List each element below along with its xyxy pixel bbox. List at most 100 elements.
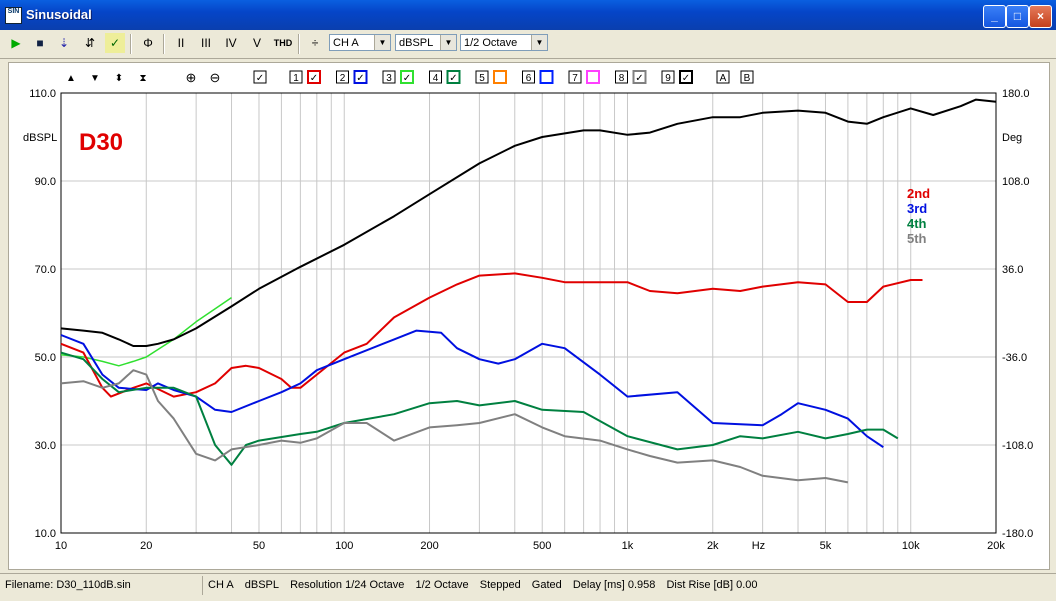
- y-tick-label: 110.0: [29, 88, 56, 100]
- scroll-arrow-icon: ⧗: [139, 73, 146, 84]
- check-icon: ✓: [310, 73, 318, 84]
- curve-number-label: 1: [293, 73, 299, 84]
- x-tick-label: 10: [55, 540, 67, 552]
- check-icon: ✓: [356, 73, 364, 84]
- harmonic-2-button[interactable]: II: [171, 33, 191, 53]
- save-icon[interactable]: ■: [30, 33, 50, 53]
- y-tick-label: 70.0: [35, 264, 56, 276]
- x-tick-label: 50: [253, 540, 265, 552]
- swap-icon[interactable]: ⇵: [80, 33, 100, 53]
- cursor-label: A: [720, 73, 727, 84]
- phase-icon[interactable]: Φ: [138, 33, 158, 53]
- separator: [130, 34, 132, 54]
- curve-number-label: 6: [526, 73, 532, 84]
- status-unit: dBSPL: [244, 579, 279, 591]
- y2-tick-label: -180.0: [1002, 528, 1033, 540]
- x-axis-label: Hz: [752, 540, 765, 552]
- scroll-arrow-icon: ▼: [90, 73, 100, 84]
- harmonic-5-button[interactable]: V: [247, 33, 267, 53]
- unit-select-value: dBSPL: [399, 37, 434, 49]
- y-tick-label: 10.0: [35, 528, 56, 540]
- close-button[interactable]: ×: [1029, 5, 1052, 28]
- y-tick-label: 90.0: [35, 176, 56, 188]
- curve-checkbox: [539, 70, 554, 84]
- curve-number-label: 3: [386, 73, 392, 84]
- curve-checkbox: [493, 70, 507, 84]
- y-tick-label: 30.0: [35, 440, 56, 452]
- curve-number-label: 2: [340, 73, 346, 84]
- chevron-down-icon: ▼: [440, 35, 456, 50]
- curve-number-label: 9: [665, 73, 671, 84]
- y2-tick-label: -36.0: [1002, 352, 1027, 364]
- harmonic-3-button[interactable]: III: [196, 33, 216, 53]
- status-bar: Filename: D30_110dB.sin CH A dBSPL Resol…: [0, 573, 1056, 601]
- series-line-5th: [60, 369, 849, 484]
- x-tick-label: 20: [140, 540, 152, 552]
- frequency-response-chart: ▲ ▼ ⬍ ⧗ ⊕ ⊖ ✓ 1 ✓ 2 ✓ 3 ✓ 4 ✓ 5 6 7 8 ✓ 9 ✓ A B 10.0 30.0 50.0 70.0…: [23, 70, 1033, 552]
- status-resolution: Resolution 1/24 Octave: [290, 579, 405, 591]
- y2-tick-label: 180.0: [1002, 88, 1030, 100]
- check-icon: ✓: [449, 73, 457, 84]
- channel-select[interactable]: CH A ▼: [329, 34, 391, 51]
- unit-select[interactable]: dBSPL ▼: [395, 34, 457, 51]
- legend-entry: 3rd: [907, 201, 927, 216]
- maximize-button[interactable]: □: [1006, 5, 1029, 28]
- smoothing-select[interactable]: 1/2 Octave ▼: [460, 34, 548, 51]
- play-icon[interactable]: ▶: [6, 33, 26, 53]
- y2-tick-label: 36.0: [1002, 264, 1023, 276]
- window-title: Sinusoidal: [26, 7, 92, 22]
- check-icon: ✓: [682, 73, 690, 84]
- separator: [298, 34, 300, 54]
- app-icon: SIN: [5, 7, 22, 24]
- plot-frame: [60, 92, 997, 534]
- toolbar: ▶ ■ ⇣ ⇵ ✓ Φ II III IV V THD ÷ CH A ▼ dBS…: [0, 30, 1056, 59]
- curve-checkbox: [586, 70, 600, 84]
- minimize-button[interactable]: _: [983, 5, 1006, 28]
- thd-button[interactable]: THD: [272, 33, 294, 53]
- zoom-in-icon: ⊕: [186, 70, 197, 85]
- curve-number-label: 5: [479, 73, 485, 84]
- channel-select-value: CH A: [333, 37, 359, 49]
- legend-entry: 5th: [907, 231, 927, 246]
- legend-entry: 4th: [907, 216, 927, 231]
- load-icon[interactable]: ⇣: [54, 33, 74, 53]
- curve-number-label: 7: [572, 73, 578, 84]
- separator: [163, 34, 165, 54]
- smoothing-select-value: 1/2 Octave: [464, 37, 518, 49]
- x-tick-label: 20k: [987, 540, 1005, 552]
- check-icon: ✓: [256, 73, 264, 84]
- check-icon[interactable]: ✓: [105, 33, 125, 53]
- scroll-arrow-icon: ▲: [66, 73, 76, 84]
- x-tick-label: 2k: [707, 540, 719, 552]
- chevron-down-icon: ▼: [374, 35, 390, 50]
- check-icon: ✓: [635, 73, 643, 84]
- split-icon[interactable]: ÷: [305, 33, 325, 53]
- series-line-3rd: [60, 329, 884, 449]
- chart-panel: ▲ ▼ ⬍ ⧗ ⊕ ⊖ ✓ 1 ✓ 2 ✓ 3 ✓ 4 ✓ 5 6 7 8 ✓ 9 ✓ A B 10.0 30.0 50.0 70.0…: [8, 62, 1050, 570]
- status-channel: CH A: [208, 579, 234, 591]
- y-axis-label: dBSPL: [23, 132, 57, 144]
- harmonic-4-button[interactable]: IV: [221, 33, 241, 53]
- x-tick-label: 200: [420, 540, 438, 552]
- status-gating: Gated: [531, 579, 562, 591]
- x-tick-label: 5k: [820, 540, 832, 552]
- x-tick-label: 1k: [622, 540, 634, 552]
- check-icon: ✓: [403, 73, 411, 84]
- y2-tick-label: 108.0: [1002, 176, 1030, 188]
- series-line-main: [60, 98, 997, 347]
- status-dist-rise: Dist Rise [dB] 0.00: [666, 579, 758, 591]
- title-bar: SIN Sinusoidal _ □ ×: [0, 0, 1056, 30]
- legend-entry: 2nd: [907, 186, 930, 201]
- series-line-2nd: [60, 272, 923, 398]
- status-delay: Delay [ms] 0.958: [572, 579, 656, 591]
- curve-number-label: 4: [433, 73, 439, 84]
- y2-tick-label: -108.0: [1002, 440, 1033, 452]
- y-tick-label: 50.0: [35, 352, 56, 364]
- scroll-arrow-icon: ⬍: [115, 73, 123, 84]
- status-mode: Stepped: [479, 579, 521, 591]
- chart-title: D30: [79, 129, 123, 156]
- status-fields: CH A dBSPL Resolution 1/24 Octave 1/2 Oc…: [202, 576, 1056, 595]
- status-filename: Filename: D30_110dB.sin: [5, 579, 131, 591]
- y2-axis-label: Deg: [1002, 132, 1022, 144]
- zoom-out-icon: ⊖: [210, 70, 221, 85]
